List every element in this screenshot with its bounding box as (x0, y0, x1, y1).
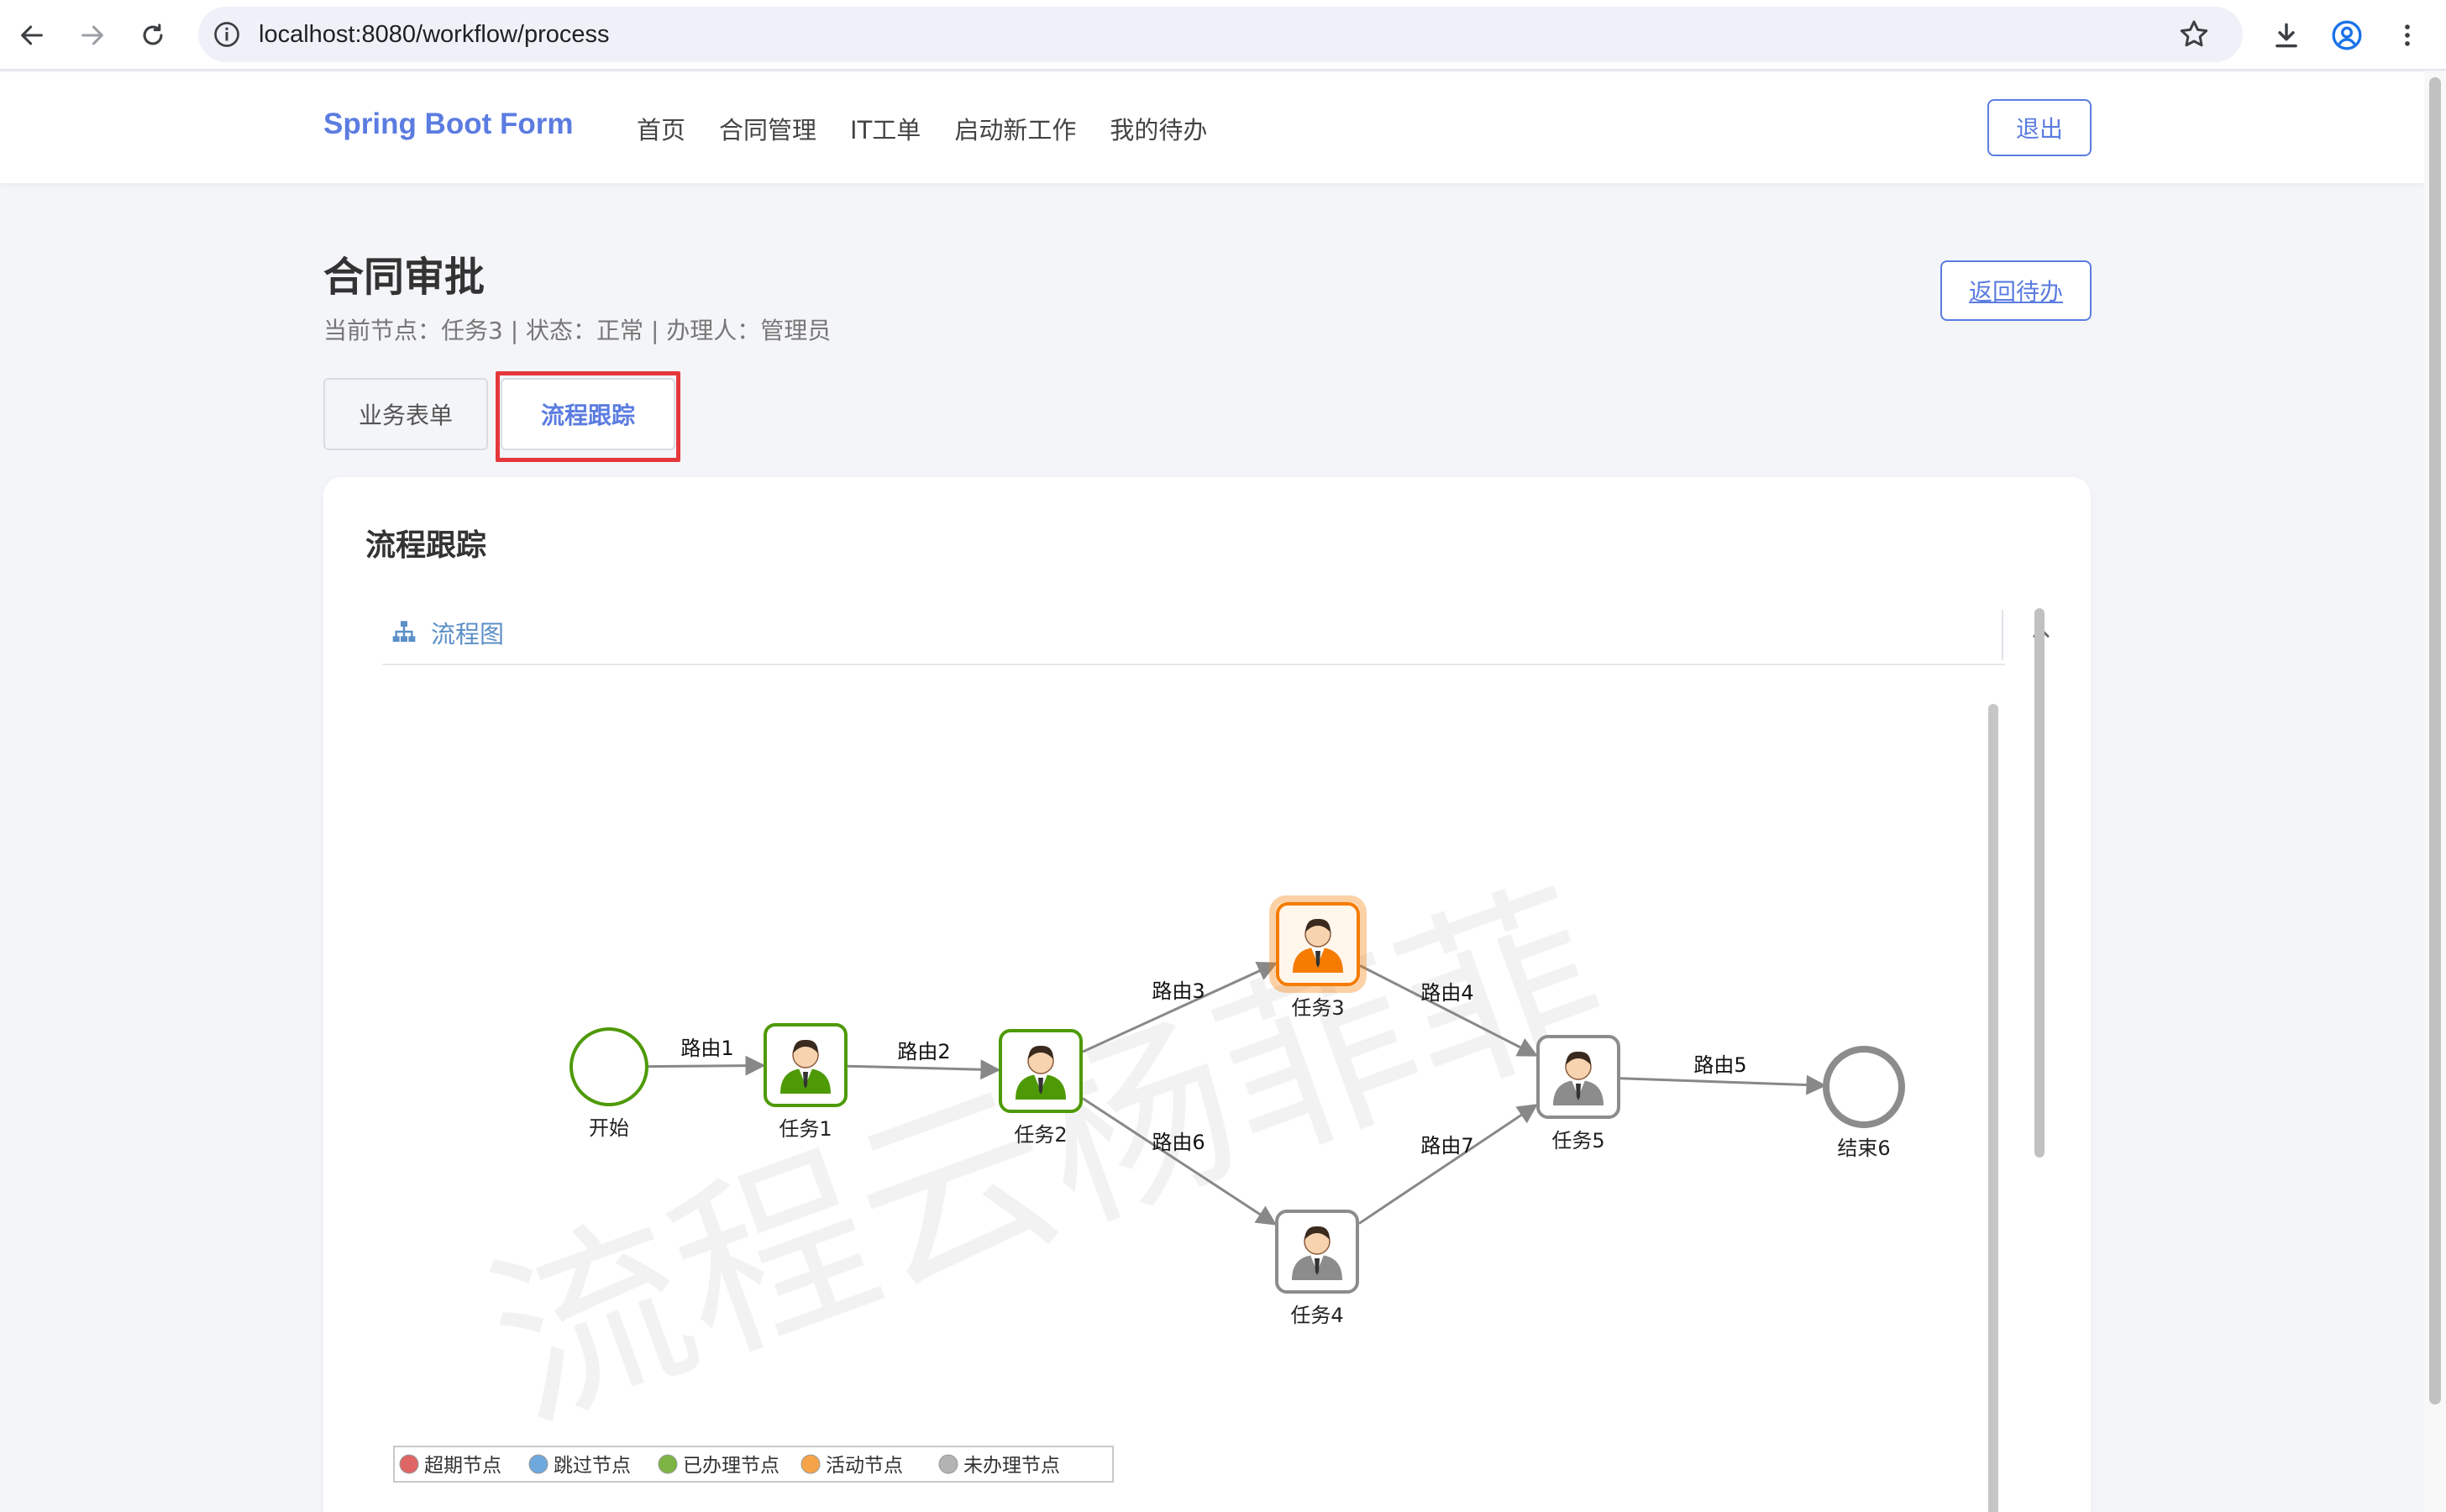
node-end[interactable]: 结束6 (1823, 1046, 1905, 1160)
logout-button[interactable]: 退出 (1987, 99, 2092, 156)
menu-item-home[interactable]: 首页 (637, 111, 685, 146)
back-arrow-icon[interactable] (10, 13, 54, 57)
edge-start-t1 (648, 1055, 766, 1076)
legend-item-label: 活动节点 (826, 1455, 903, 1477)
forward-arrow-icon[interactable] (71, 13, 114, 57)
edge-label: 路由7 (1420, 1134, 1473, 1158)
legend-item-label: 已办理节点 (683, 1455, 779, 1477)
page-scrollbar-thumb[interactable] (2429, 77, 2441, 1404)
menu-item-contracts[interactable]: 合同管理 (719, 111, 816, 146)
node-label: 任务1 (779, 1117, 832, 1141)
site-info-icon[interactable] (212, 19, 242, 53)
edge-label: 路由5 (1693, 1053, 1746, 1077)
menu-item-start-workflow[interactable]: 启动新工作 (954, 111, 1076, 146)
edge-label: 路由6 (1152, 1131, 1205, 1154)
address-bar[interactable]: localhost:8080/workflow/process (198, 7, 2243, 62)
edge-label: 路由1 (680, 1037, 733, 1060)
menu-item-it-tickets[interactable]: IT工单 (850, 111, 921, 146)
menu-item-my-todos[interactable]: 我的待办 (1110, 111, 1207, 146)
node-label: 任务4 (1290, 1304, 1343, 1327)
edge-label: 路由4 (1420, 981, 1473, 1005)
legend-swatch (938, 1454, 958, 1474)
legend-item-label: 未办理节点 (963, 1455, 1060, 1477)
main-menu: 首页 合同管理 IT工单 启动新工作 我的待办 (637, 111, 1207, 146)
back-to-todos-button[interactable]: 返回待办 (1940, 260, 2092, 321)
legend-item-label: 超期节点 (424, 1455, 501, 1477)
diagram-watermark: 流程云杨菲菲 (464, 854, 1630, 1462)
node-label: 任务5 (1551, 1129, 1604, 1152)
legend-swatch (800, 1454, 821, 1474)
page-title: 合同审批 (323, 254, 486, 301)
brand-logo[interactable]: Spring Boot Form (323, 108, 573, 141)
legend-swatch (658, 1454, 678, 1474)
node-t5[interactable]: 任务5 (1536, 1035, 1620, 1152)
workflow-diagram: 流程云杨菲菲 路由1 路由2 路由3 路由4 路由5 路由6 路由7 开始 任务1 任务2 任务3… (393, 854, 1905, 1483)
page-subtitle: 当前节点：任务3 | 状态：正常 | 办理人：管理员 (323, 317, 832, 344)
edge-label: 路由2 (897, 1040, 950, 1063)
bookmark-star-icon[interactable] (2177, 18, 2211, 55)
node-t4[interactable]: 任务4 (1275, 1210, 1359, 1327)
node-label: 任务3 (1291, 996, 1344, 1020)
browser-toolbar: localhost:8080/workflow/process (0, 0, 2446, 71)
node-label: 开始 (589, 1116, 629, 1140)
download-icon[interactable] (2265, 13, 2308, 57)
process-tracking-card: 流程跟踪 流程图 流程云杨菲菲 路由1 路由2 路由3 路由4 路由5 路由6 路由7 开始… (323, 477, 2091, 1512)
node-start[interactable]: 开始 (570, 1027, 648, 1140)
legend-item-label: 跳过节点 (554, 1455, 631, 1477)
url-text: localhost:8080/workflow/process (259, 21, 610, 48)
reload-icon[interactable] (131, 13, 175, 57)
tab-process-tracking[interactable]: 流程跟踪 (501, 378, 675, 450)
legend-swatch (528, 1454, 549, 1474)
diagram-legend: 超期节点 跳过节点 已办理节点 活动节点 未办理节点 (393, 1446, 1114, 1483)
edge-label: 路由3 (1152, 979, 1205, 1003)
app-header: Spring Boot Form 首页 合同管理 IT工单 启动新工作 我的待办… (0, 72, 2424, 183)
profile-icon[interactable] (2325, 13, 2369, 57)
more-menu-icon[interactable] (2386, 13, 2429, 57)
page-scrollbar[interactable] (2424, 72, 2446, 1512)
legend-swatch (399, 1454, 419, 1474)
node-label: 结束6 (1837, 1137, 1890, 1160)
edge-t5-end (1619, 1074, 1827, 1095)
tab-business-form[interactable]: 业务表单 (323, 378, 488, 450)
node-label: 任务2 (1014, 1123, 1067, 1147)
